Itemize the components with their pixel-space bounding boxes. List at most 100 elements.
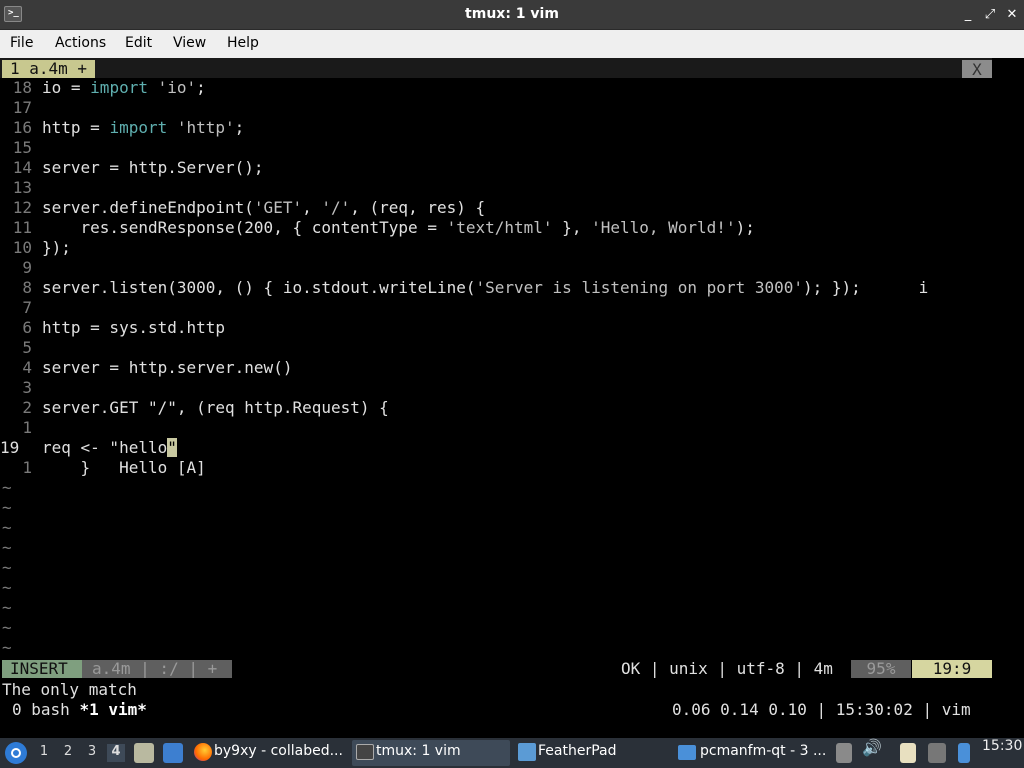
code-token: }, xyxy=(552,218,592,237)
code-line[interactable]: 19 req <- "hello" xyxy=(0,438,992,458)
vim-file-format-info: OK | unix | utf-8 | 4m xyxy=(621,659,833,678)
line-number: 19 xyxy=(0,438,20,457)
line-number: 9 xyxy=(22,258,32,277)
code-text: req <- "hello" xyxy=(42,438,177,458)
start-menu-icon[interactable] xyxy=(5,742,27,764)
vim-file-info: a.4m | :/ | + xyxy=(82,660,232,678)
file-manager-launcher-icon[interactable] xyxy=(134,743,154,763)
line-number: 10 xyxy=(12,238,32,257)
task-label: pcmanfm-qt - 3 ... xyxy=(700,743,827,759)
menu-edit[interactable]: Edit xyxy=(125,35,152,51)
vim-cursor-position: 19:9 xyxy=(912,660,992,678)
volume-icon[interactable]: 🔊 xyxy=(862,738,882,768)
code-token: } Hello [A] xyxy=(42,458,206,477)
line-number: 1 xyxy=(22,418,32,437)
window-titlebar[interactable]: >_ tmux: 1 vim _ ⤢ ✕ xyxy=(0,0,1024,30)
code-line[interactable]: 15 xyxy=(0,138,992,158)
code-token: ; xyxy=(196,78,206,97)
task-featherpad[interactable]: FeatherPad xyxy=(514,740,672,766)
code-text: server.GET "/", (req http.Request) { xyxy=(42,398,389,418)
workspace-1[interactable]: 1 xyxy=(35,744,53,762)
code-token: import xyxy=(90,78,148,97)
network-icon[interactable] xyxy=(836,743,852,763)
code-token: 'Server is listening on port 3000' xyxy=(475,278,803,297)
tmux-window-bash[interactable]: 0 bash xyxy=(12,700,79,719)
code-line[interactable]: 14 server = http.Server(); xyxy=(0,158,992,178)
code-token: io = xyxy=(42,78,91,97)
vim-statusline: INSERT a.4m | :/ | + OK | unix | utf-8 |… xyxy=(0,660,992,678)
code-line[interactable]: 10}); xyxy=(0,238,992,258)
code-line[interactable]: 6 http = sys.std.http xyxy=(0,318,992,338)
taskbar: 1 2 3 4 by9xy - collabed... tmux: 1 vim … xyxy=(0,738,1024,768)
code-token: server.listen(3000, () { io.stdout.write… xyxy=(42,278,476,297)
menu-actions[interactable]: Actions xyxy=(55,35,106,51)
menu-file[interactable]: File xyxy=(10,35,33,51)
task-label: tmux: 1 vim xyxy=(376,743,461,759)
task-firefox[interactable]: by9xy - collabed... xyxy=(190,740,348,766)
screen-icon[interactable] xyxy=(928,743,946,763)
line-number: 1 xyxy=(22,458,32,477)
code-line[interactable]: 11 res.sendResponse(200, { contentType =… xyxy=(0,218,992,238)
tmux-window-list[interactable]: 0 bash *1 vim* xyxy=(12,700,147,720)
empty-line-marker: ~ xyxy=(2,478,12,497)
code-token: ); xyxy=(735,218,755,237)
clipboard-icon[interactable] xyxy=(900,743,916,763)
empty-line-marker: ~ xyxy=(2,598,12,617)
battery-icon[interactable] xyxy=(958,743,970,763)
code-line[interactable]: 8 server.listen(3000, () { io.stdout.writ… xyxy=(0,278,992,298)
code-line[interactable]: 1 xyxy=(0,418,992,438)
empty-line-marker: ~ xyxy=(2,538,12,557)
code-line[interactable]: 17 xyxy=(0,98,992,118)
firefox-icon xyxy=(194,743,212,761)
menu-help[interactable]: Help xyxy=(227,35,259,51)
code-line[interactable]: 1 } Hello [A] xyxy=(0,458,992,478)
vim-tab-close-button[interactable]: X xyxy=(962,60,992,79)
code-line[interactable]: 12 server.defineEndpoint('GET', '/', (req… xyxy=(0,198,992,218)
workspace-4[interactable]: 4 xyxy=(107,744,125,762)
code-line[interactable]: 18 io = import 'io'; xyxy=(0,78,992,98)
folder-icon xyxy=(678,745,696,760)
code-line[interactable]: 2 server.GET "/", (req http.Request) { xyxy=(0,398,992,418)
code-line[interactable]: 5 xyxy=(0,338,992,358)
code-token: , xyxy=(302,198,322,217)
minimize-button[interactable]: _ xyxy=(958,5,978,25)
desktop-launcher-icon[interactable] xyxy=(163,743,183,763)
code-line[interactable]: 7 xyxy=(0,298,992,318)
vim-tab-1[interactable]: 1 a.4m + xyxy=(2,60,96,78)
terminal-area[interactable]: 1 a.4m + X 18 io = import 'io'; 17 16 http =… xyxy=(0,58,1024,738)
workspace-3[interactable]: 3 xyxy=(83,744,101,762)
task-label: by9xy - collabed... xyxy=(214,743,343,759)
task-label: FeatherPad xyxy=(538,743,617,759)
workspace-2[interactable]: 2 xyxy=(59,744,77,762)
tmux-window-vim-active[interactable]: *1 vim* xyxy=(79,700,146,719)
line-number: 11 xyxy=(12,218,32,237)
code-line[interactable]: 9 xyxy=(0,258,992,278)
vim-mode-indicator: INSERT xyxy=(2,660,82,678)
vim-message-line: The only match xyxy=(2,680,137,699)
menu-view[interactable]: View xyxy=(173,35,206,51)
code-text: http = sys.std.http xyxy=(42,318,225,338)
code-token: 'GET' xyxy=(253,198,303,217)
code-line[interactable]: 13 xyxy=(0,178,992,198)
line-number: 14 xyxy=(12,158,32,177)
code-line[interactable]: 16 http = import 'http'; xyxy=(0,118,992,138)
clock[interactable]: 15:30 xyxy=(982,738,1022,768)
line-number: 3 xyxy=(22,378,32,397)
close-button[interactable]: ✕ xyxy=(1002,5,1022,25)
code-token: , (req, res) { xyxy=(350,198,486,217)
task-pcmanfm[interactable]: pcmanfm-qt - 3 ... xyxy=(676,740,826,766)
code-token: ; xyxy=(234,118,245,137)
code-token: res.sendResponse(200, { contentType = xyxy=(42,218,447,237)
line-number: 12 xyxy=(12,198,32,217)
code-token: http = sys.std.http xyxy=(42,318,226,337)
task-tmux[interactable]: tmux: 1 vim xyxy=(352,740,510,766)
maximize-button[interactable]: ⤢ xyxy=(980,5,1000,25)
window-title: tmux: 1 vim xyxy=(465,6,559,22)
terminal-icon xyxy=(356,744,374,760)
code-line[interactable]: 4 server = http.server.new() xyxy=(0,358,992,378)
code-line[interactable]: 3 xyxy=(0,378,992,398)
code-token: 'text/html' xyxy=(446,218,553,237)
empty-line-marker: ~ xyxy=(2,498,12,517)
code-text: http = import 'http'; xyxy=(42,118,244,138)
tmux-status-bar: 0 bash *1 vim* 0.06 0.14 0.10 | 15:30:02… xyxy=(0,700,1024,720)
